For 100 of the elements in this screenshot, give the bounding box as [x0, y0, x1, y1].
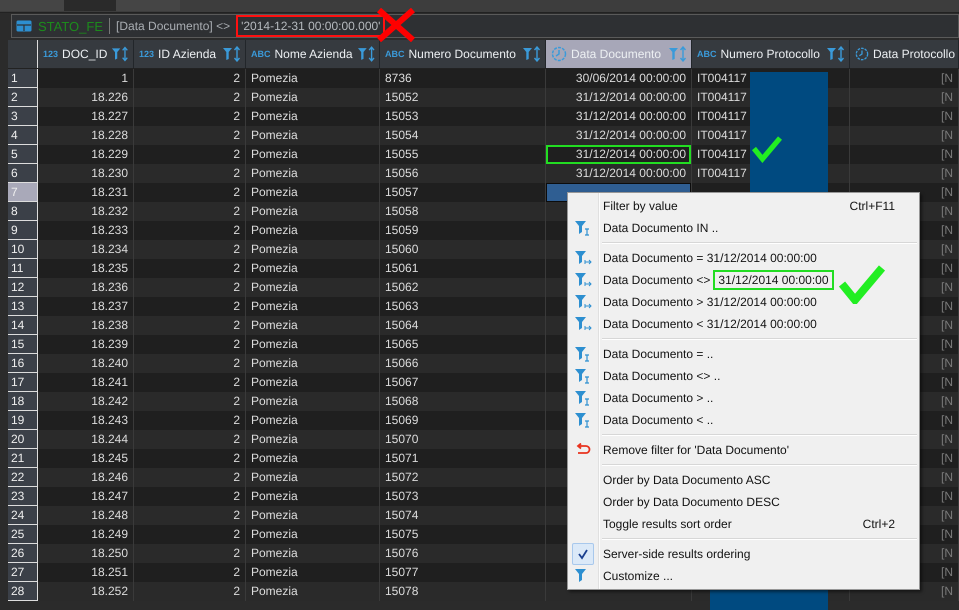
table-cell: 2: [134, 107, 246, 126]
filter-sort-icon[interactable]: [356, 46, 376, 62]
filter-icon: [574, 294, 592, 310]
table-cell: Pomezia: [246, 373, 380, 392]
table-cell: 2: [134, 449, 246, 468]
table-cell: Pomezia: [246, 221, 380, 240]
table-cell: 15057: [380, 183, 546, 202]
table-cell: 15065: [380, 335, 546, 354]
table-cell: 15053: [380, 107, 546, 126]
type-label: ABC: [251, 49, 270, 59]
table-cell: 8736: [380, 69, 546, 88]
filter-bar[interactable]: STATO_FE [Data Documento] <> '2014-12-31 00:00:00.000': [11, 14, 959, 38]
filter-icon: [574, 346, 592, 362]
row-number[interactable]: 18: [8, 392, 38, 411]
check-box[interactable]: [572, 543, 594, 565]
table-cell: 2: [134, 69, 246, 88]
row-number[interactable]: 1: [8, 69, 38, 88]
row-number[interactable]: 26: [8, 544, 38, 563]
row-number[interactable]: 8: [8, 202, 38, 221]
table-cell: 31/12/2014 00:00:00: [546, 145, 692, 164]
table-cell: 15061: [380, 259, 546, 278]
table-cell: 18.233: [38, 221, 134, 240]
row-number[interactable]: 23: [8, 487, 38, 506]
column-title: Numero Protocollo: [720, 47, 821, 61]
filter-icon: [574, 368, 592, 384]
row-number[interactable]: 12: [8, 278, 38, 297]
row-number[interactable]: 17: [8, 373, 38, 392]
table-cell: Pomezia: [246, 183, 380, 202]
table-cell: 15073: [380, 487, 546, 506]
row-number[interactable]: 25: [8, 525, 38, 544]
row-number[interactable]: 3: [8, 107, 38, 126]
table-cell: Pomezia: [246, 449, 380, 468]
table-cell: 18.227: [38, 107, 134, 126]
type-label: 123: [43, 49, 58, 59]
row-number[interactable]: 10: [8, 240, 38, 259]
clock-icon: [855, 46, 869, 62]
table-cell: [N: [850, 107, 959, 126]
table-cell: [N: [850, 69, 959, 88]
row-number[interactable]: 5: [8, 145, 38, 164]
table-cell: Pomezia: [246, 297, 380, 316]
clock-icon: [551, 46, 567, 62]
table-cell: 2: [134, 525, 246, 544]
row-number[interactable]: 2: [8, 88, 38, 107]
table-cell: 2: [134, 221, 246, 240]
row-number[interactable]: 24: [8, 506, 38, 525]
table-cell: 15055: [380, 145, 546, 164]
table-cell: 18.251: [38, 563, 134, 582]
row-number[interactable]: 21: [8, 449, 38, 468]
type-label: 123: [139, 49, 154, 59]
table-cell: 18.235: [38, 259, 134, 278]
table-cell: 31/12/2014 00:00:00: [546, 107, 692, 126]
filter-sort-icon[interactable]: [826, 46, 846, 62]
table-cell: 2: [134, 373, 246, 392]
table-cell: 18.247: [38, 487, 134, 506]
filter-icon: [574, 250, 592, 266]
table-cell: 15059: [380, 221, 546, 240]
table-cell: Pomezia: [246, 487, 380, 506]
row-number[interactable]: 14: [8, 316, 38, 335]
row-number[interactable]: 15: [8, 335, 38, 354]
table-cell: 15077: [380, 563, 546, 582]
row-number[interactable]: 19: [8, 411, 38, 430]
column-title: DOC_ID: [62, 47, 108, 61]
filter-expression: [Data Documento] <>: [116, 19, 230, 33]
table-cell: 18.231: [38, 183, 134, 202]
table-cell: Pomezia: [246, 411, 380, 430]
row-number[interactable]: 22: [8, 468, 38, 487]
table-cell: 2: [134, 487, 246, 506]
table-cell: 18.241: [38, 373, 134, 392]
table-cell: Pomezia: [246, 259, 380, 278]
table-cell: 18.249: [38, 525, 134, 544]
row-number[interactable]: 28: [8, 582, 38, 601]
table-cell: 2: [134, 183, 246, 202]
table-cell: 15071: [380, 449, 546, 468]
type-label: ABC: [697, 49, 716, 59]
row-number[interactable]: 13: [8, 297, 38, 316]
column-title: Numero Documento: [408, 47, 517, 61]
filter-icon: [574, 412, 592, 428]
table-cell: Pomezia: [246, 69, 380, 88]
filter-icon: [574, 316, 592, 332]
table-cell: 18.229: [38, 145, 134, 164]
table-cell: 15063: [380, 297, 546, 316]
table-cell: 15069: [380, 411, 546, 430]
row-number[interactable]: 16: [8, 354, 38, 373]
row-number[interactable]: 6: [8, 164, 38, 183]
filter-sort-icon[interactable]: [522, 46, 542, 62]
filter-sort-icon[interactable]: [111, 46, 130, 62]
row-number[interactable]: 11: [8, 259, 38, 278]
table-cell: Pomezia: [246, 563, 380, 582]
table-cell: Pomezia: [246, 525, 380, 544]
row-number[interactable]: 27: [8, 563, 38, 582]
filter-sort-icon[interactable]: [222, 46, 242, 62]
table-cell: 2: [134, 335, 246, 354]
row-number[interactable]: 20: [8, 430, 38, 449]
table-cell: 15067: [380, 373, 546, 392]
row-number[interactable]: 9: [8, 221, 38, 240]
row-number[interactable]: 4: [8, 126, 38, 145]
table-cell: 15075: [380, 525, 546, 544]
table-cell: Pomezia: [246, 335, 380, 354]
column-title: ID Azienda: [158, 47, 218, 61]
table-cell: 18.243: [38, 411, 134, 430]
